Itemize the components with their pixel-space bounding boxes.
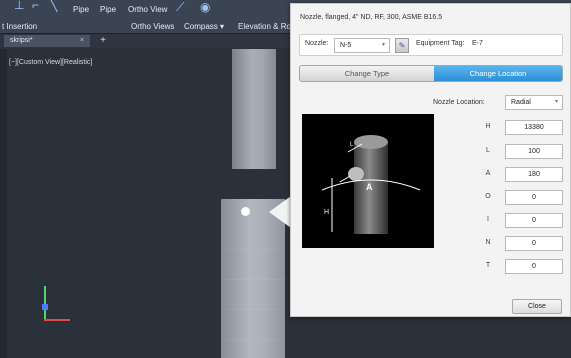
o-input[interactable]: 0 (505, 190, 563, 205)
i-input[interactable]: 0 (505, 213, 563, 228)
nozzle-properties-dialog: Nozzle, flanged, 4" ND, RF, 300, ASME B1… (290, 3, 571, 317)
field-label-n: N (485, 239, 491, 246)
field-label-a: A (485, 170, 491, 177)
chevron-down-icon: ▾ (554, 99, 558, 105)
grid-line (221, 249, 285, 250)
ucs-x-axis-icon (44, 319, 70, 321)
pipe-tool-icon[interactable]: ⊥ (14, 0, 24, 12)
compass-label: Compass (184, 22, 218, 31)
elevation-panel-label[interactable]: Elevation & Ro (238, 22, 291, 31)
close-icon[interactable]: × (80, 35, 84, 47)
change-location-button[interactable]: Change Location (434, 66, 562, 81)
dialog-title: Nozzle, flanged, 4" ND, RF, 300, ASME B1… (300, 14, 443, 21)
change-type-button[interactable]: Change Type (300, 66, 434, 81)
plus-icon: + (100, 35, 106, 46)
t-input[interactable]: 0 (505, 259, 563, 274)
edit-nozzle-button[interactable]: ✎ (395, 38, 409, 53)
pipe-button[interactable]: Pipe (73, 5, 89, 14)
nozzle-select[interactable]: N-5 ▾ (334, 38, 390, 53)
grid-line (221, 339, 285, 340)
grid-line (221, 309, 285, 310)
field-label-t: T (485, 262, 491, 269)
edit-icon: ✎ (398, 41, 406, 50)
nozzle-shape (348, 167, 364, 181)
ortho-views-panel-label[interactable]: Ortho Views (131, 22, 174, 31)
ucs-y-axis-icon (44, 286, 46, 320)
diagram-illustration: A H L (321, 135, 421, 234)
svg-text:A: A (366, 182, 373, 192)
close-button[interactable]: Close (512, 299, 562, 314)
file-tab-bar: skripsi* × + (0, 34, 300, 48)
chevron-down-icon: ▾ (220, 22, 225, 31)
left-strip (0, 49, 7, 358)
svg-text:L: L (350, 142, 354, 148)
view-label[interactable]: [−][Custom View][Realistic] (9, 59, 92, 66)
ortho-tool-icon[interactable]: ⟋ (176, 0, 184, 15)
h-input[interactable]: 13380 (505, 120, 563, 135)
chevron-down-icon: ▾ (381, 42, 385, 48)
mode-toggle: Change Type Change Location (299, 65, 563, 82)
field-label-o: O (485, 193, 491, 200)
equipment-tag-value: E-7 (472, 40, 483, 47)
pipe-line-icon[interactable]: ╲ (50, 0, 57, 12)
l-input[interactable]: 100 (505, 144, 563, 159)
nozzle-location-select[interactable]: Radial ▾ (505, 95, 563, 110)
pipe-elbow-icon[interactable]: ⌐ (32, 0, 39, 12)
drawing-tab[interactable]: skripsi* × (4, 35, 90, 47)
nozzle-location-label: Nozzle Location: (433, 99, 485, 106)
nozzle-location-diagram: A H L (302, 114, 434, 248)
pipe-segment-upper[interactable] (232, 49, 276, 169)
equipment-tag-label: Equipment Tag: (416, 40, 465, 47)
nozzle-label: Nozzle: (305, 40, 329, 47)
svg-text:H: H (324, 209, 329, 216)
field-label-h: H (485, 123, 491, 130)
ortho-view-button[interactable]: Ortho View (128, 5, 167, 14)
nozzle-select-value: N-5 (340, 42, 352, 49)
vessel-top (354, 135, 388, 149)
grid-line (221, 279, 285, 280)
dialog-pointer (269, 196, 291, 228)
a-input[interactable]: 180 (505, 167, 563, 182)
insertion-panel-label: t Insertion (2, 22, 38, 31)
field-label-i: I (487, 216, 489, 223)
compass-panel-label[interactable]: Compass ▾ (184, 22, 224, 31)
nozzle-location-marker[interactable] (241, 207, 250, 216)
drawing-tab-label: skripsi* (10, 37, 33, 44)
pipe-button-2[interactable]: Pipe (100, 5, 116, 14)
new-tab-button[interactable]: + (96, 35, 110, 47)
ucs-z-axis-icon (42, 304, 48, 310)
field-label-l: L (486, 147, 490, 154)
n-input[interactable]: 0 (505, 236, 563, 251)
nozzle-location-value: Radial (511, 99, 531, 106)
nozzle-row: Nozzle: N-5 ▾ ✎ Equipment Tag: E-7 (299, 34, 563, 56)
compass-tool-icon[interactable]: ◉ (200, 0, 210, 14)
